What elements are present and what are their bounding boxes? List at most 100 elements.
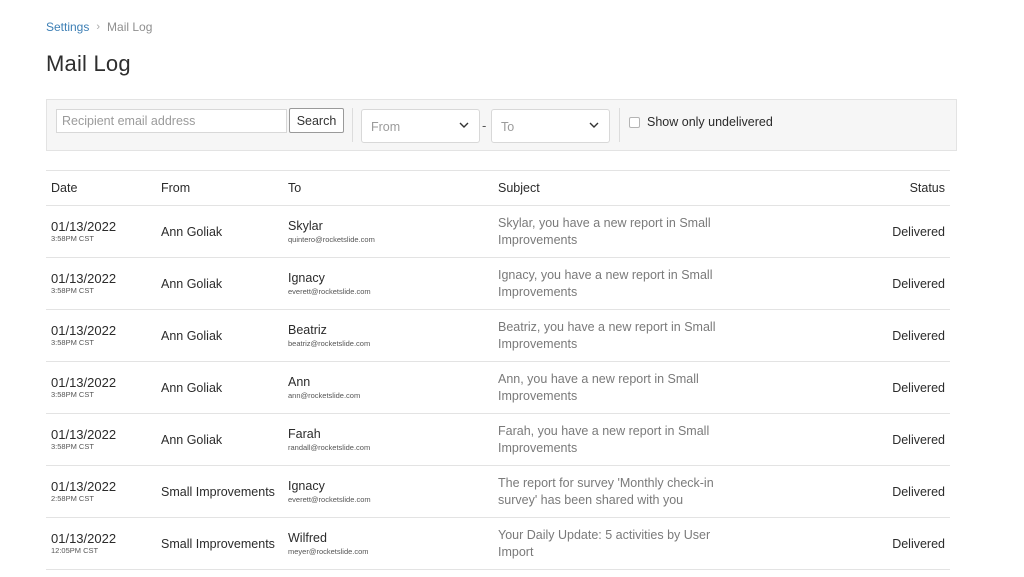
column-header-to: To <box>283 170 493 206</box>
sent-date: 01/13/2022 <box>51 375 117 390</box>
cell-to: Ignacy everett@rocketslide.com <box>283 257 493 310</box>
cell-date: 01/13/2022 3:58PM CST <box>46 257 156 310</box>
cell-date: 01/13/2022 3:58PM CST <box>46 361 156 414</box>
sent-time: 3:58PM CST <box>51 286 94 295</box>
mail-subject: Ignacy, you have a new report in Small I… <box>498 267 713 299</box>
sent-date: 01/13/2022 <box>51 479 117 494</box>
show-undelivered-label: Show only undelivered <box>647 115 773 129</box>
table-row[interactable]: 01/13/2022 3:58PM CST Ann Goliak Ann ann@roc… <box>46 361 950 414</box>
table-row[interactable]: 01/13/2022 3:58PM CST Ann Goliak Skylar quin… <box>46 205 950 258</box>
cell-to: Skylar quintero@rocketslide.com <box>283 205 493 258</box>
mail-log-page: Settings › Mail Log Mail Log Search From… <box>0 0 1024 577</box>
from-date-label: From <box>371 120 401 134</box>
cell-from: Small Improvements <box>156 517 283 570</box>
mail-subject: The report for survey 'Monthly check-in … <box>498 475 714 507</box>
table-row[interactable]: 01/13/2022 2:58PM CST Small Improvements Ig… <box>46 465 950 518</box>
cell-subject: Beatriz, you have a new report in Small … <box>493 309 823 362</box>
column-header-status: Status <box>823 170 950 206</box>
cell-status: Delivered <box>823 309 950 362</box>
recipient-name: Ann <box>288 374 311 389</box>
cell-status: Delivered <box>823 465 950 518</box>
recipient-email: ann@rocketslide.com <box>288 390 361 400</box>
cell-date: 01/13/2022 3:58PM CST <box>46 413 156 466</box>
recipient-name: Ignacy <box>288 270 325 285</box>
from-date-select[interactable]: From <box>361 109 480 143</box>
date-range-separator: - <box>482 118 487 133</box>
cell-to: Beatriz beatriz@rocketslide.com <box>283 309 493 362</box>
column-header-date: Date <box>46 170 156 206</box>
recipient-email: meyer@rocketslide.com <box>288 546 369 556</box>
cell-from: Ann Goliak <box>156 309 283 362</box>
mail-subject: Beatriz, you have a new report in Small … <box>498 319 716 351</box>
sent-time: 12:05PM CST <box>51 546 99 555</box>
cell-status: Delivered <box>823 413 950 466</box>
page-title: Mail Log <box>46 51 131 76</box>
recipient-name: Wilfred <box>288 530 327 545</box>
recipient-search-input[interactable] <box>56 109 287 133</box>
recipient-email: beatriz@rocketslide.com <box>288 338 371 348</box>
cell-subject: Farah, you have a new report in Small Im… <box>493 413 823 466</box>
sent-time: 3:58PM CST <box>51 234 94 243</box>
table-row[interactable]: 01/13/2022 3:58PM CST Ann Goliak Farah randa… <box>46 413 950 466</box>
mail-subject: Skylar, you have a new report in Small I… <box>498 215 711 247</box>
cell-date: 01/13/2022 2:58PM CST <box>46 465 156 518</box>
sent-time: 3:58PM CST <box>51 338 94 347</box>
cell-date: 01/13/2022 12:05PM CST <box>46 517 156 570</box>
sent-date: 01/13/2022 <box>51 427 117 442</box>
table-row[interactable]: 01/13/2022 12:05PM CST Small Improvements W… <box>46 517 950 570</box>
cell-status: Delivered <box>823 205 950 258</box>
cell-to: Farah randall@rocketslide.com <box>283 413 493 466</box>
show-undelivered-checkbox[interactable] <box>629 116 640 128</box>
to-date-label: To <box>501 120 515 134</box>
mail-log-rows: 01/13/2022 3:58PM CST Ann Goliak Skylar quin… <box>46 205 950 570</box>
recipient-name: Farah <box>288 426 321 441</box>
filter-divider <box>352 108 353 142</box>
table-row[interactable]: 01/13/2022 3:58PM CST Ann Goliak Beatriz bea… <box>46 309 950 362</box>
mail-subject: Farah, you have a new report in Small Im… <box>498 423 710 455</box>
cell-from: Ann Goliak <box>156 361 283 414</box>
sent-date: 01/13/2022 <box>51 323 117 338</box>
cell-status: Delivered <box>823 257 950 310</box>
sent-time: 3:58PM CST <box>51 442 94 451</box>
recipient-name: Ignacy <box>288 478 325 493</box>
table-header-row: Date From To Subject Status <box>46 170 950 206</box>
search-button[interactable]: Search <box>289 108 344 133</box>
chevron-right-icon: › <box>96 21 101 33</box>
recipient-name: Skylar <box>288 218 323 233</box>
mail-subject: Your Daily Update: 5 activities by User … <box>498 527 711 559</box>
cell-from: Ann Goliak <box>156 413 283 466</box>
column-header-subject: Subject <box>493 170 823 206</box>
show-undelivered-toggle[interactable]: Show only undelivered <box>629 115 773 129</box>
cell-subject: Ignacy, you have a new report in Small I… <box>493 257 823 310</box>
cell-status: Delivered <box>823 517 950 570</box>
cell-to: Wilfred meyer@rocketslide.com <box>283 517 493 570</box>
cell-from: Ann Goliak <box>156 205 283 258</box>
sent-time: 3:58PM CST <box>51 390 94 399</box>
cell-to: Ann ann@rocketslide.com <box>283 361 493 414</box>
recipient-email: everett@rocketslide.com <box>288 286 371 296</box>
cell-from: Ann Goliak <box>156 257 283 310</box>
breadcrumb-settings-link[interactable]: Settings <box>46 20 89 34</box>
chevron-down-icon <box>589 122 599 128</box>
breadcrumb: Settings › Mail Log <box>46 20 152 34</box>
to-date-select[interactable]: To <box>491 109 610 143</box>
recipient-email: everett@rocketslide.com <box>288 494 371 504</box>
sent-date: 01/13/2022 <box>51 531 117 546</box>
sent-date: 01/13/2022 <box>51 271 117 286</box>
filter-bar: Search From - To Show only undelivered <box>46 99 957 151</box>
cell-from: Small Improvements <box>156 465 283 518</box>
cell-subject: Ann, you have a new report in Small Impr… <box>493 361 823 414</box>
cell-subject: The report for survey 'Monthly check-in … <box>493 465 823 518</box>
cell-date: 01/13/2022 3:58PM CST <box>46 205 156 258</box>
recipient-email: quintero@rocketslide.com <box>288 234 375 244</box>
cell-subject: Your Daily Update: 5 activities by User … <box>493 517 823 570</box>
mail-log-table: Date From To Subject Status 01/13/2022 3:… <box>46 170 950 570</box>
breadcrumb-current: Mail Log <box>107 20 153 34</box>
filter-divider <box>619 108 620 142</box>
cell-status: Delivered <box>823 361 950 414</box>
cell-to: Ignacy everett@rocketslide.com <box>283 465 493 518</box>
sent-date: 01/13/2022 <box>51 219 117 234</box>
table-row[interactable]: 01/13/2022 3:58PM CST Ann Goliak Ignacy ever… <box>46 257 950 310</box>
column-header-from: From <box>156 170 283 206</box>
recipient-email: randall@rocketslide.com <box>288 442 371 452</box>
